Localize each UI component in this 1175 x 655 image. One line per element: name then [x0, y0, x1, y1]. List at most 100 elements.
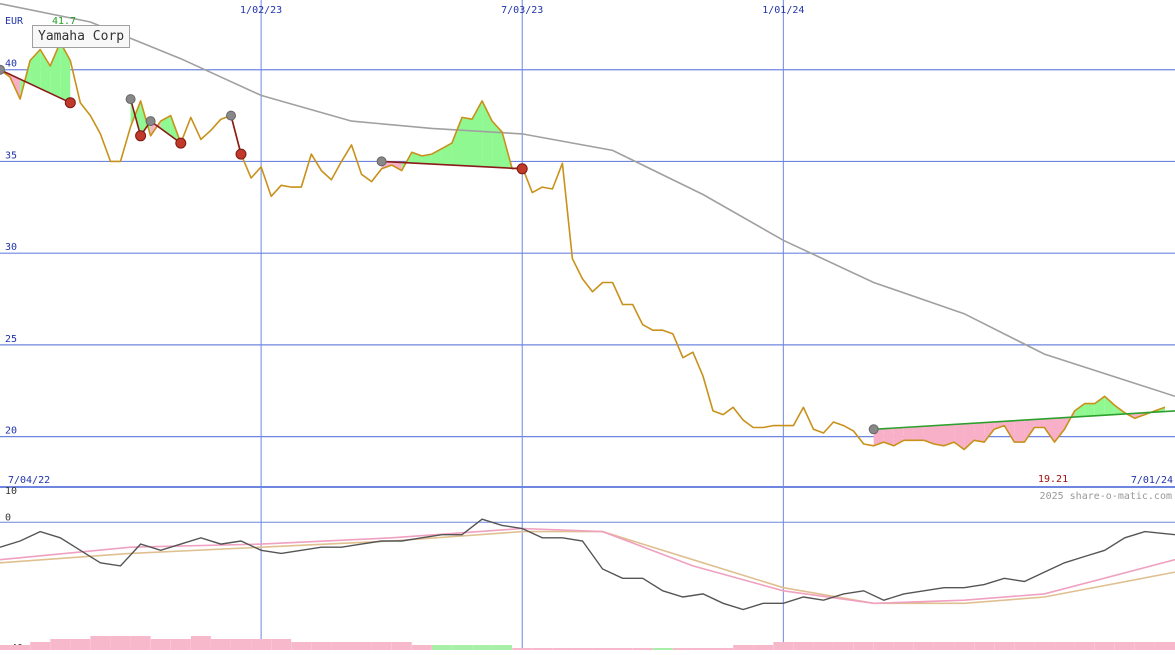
volume-bar-54 [1074, 642, 1095, 650]
trend-line-layer [0, 68, 1175, 431]
high-marker-10 [868, 424, 879, 435]
volume-bar-45 [893, 642, 914, 650]
volume-bar-13 [251, 639, 272, 650]
x-tick-label-2: 7/03/23 [501, 5, 543, 16]
loss-fill-4-0-4 [913, 426, 924, 441]
volume-bar-14 [271, 639, 292, 650]
volume-bar-3 [50, 639, 71, 650]
oscillator-panel [0, 518, 1175, 650]
volume-bar-58 [1155, 642, 1175, 650]
volume-bar-11 [210, 639, 231, 650]
high-marker-6 [226, 110, 236, 121]
x-tick-label-4: 7/01/24 [1131, 475, 1173, 486]
volume-bar-40 [793, 642, 814, 650]
moving-average-layer [0, 2, 1175, 398]
volume-bar-37 [733, 645, 754, 650]
volume-bar-50 [994, 642, 1015, 650]
y-tick-label-20: 20 [5, 426, 17, 437]
gain-fill-4-0-23 [1104, 396, 1115, 416]
gain-fill-3-0-8 [462, 117, 472, 167]
low-marker-7 [235, 148, 247, 160]
moving-average-line [0, 2, 1175, 398]
y-tick-label-30: 30 [5, 242, 17, 253]
loss-fill-4-0-10 [974, 422, 985, 443]
high-marker-2 [125, 94, 136, 105]
price-layer [0, 41, 1166, 451]
high-marker-8 [376, 156, 387, 167]
volume-bar-22 [431, 645, 452, 650]
x-tick-label-0: 7/04/22 [8, 475, 50, 486]
trend-line-2 [230, 115, 242, 155]
volume-bar-10 [190, 636, 211, 650]
high-marker-0 [0, 64, 5, 75]
volume-bar-39 [773, 642, 794, 650]
volume-bar-18 [351, 642, 372, 650]
low-marker-3 [135, 130, 147, 142]
last-value-label: 19.21 [1038, 474, 1068, 485]
watermark: 2025 share-o-matic.com [1040, 491, 1172, 502]
currency-label: EUR [5, 16, 24, 27]
volume-bar-43 [853, 642, 874, 650]
volume-bar-52 [1034, 642, 1055, 650]
stock-chart: 20 25 30 35 40 7/04/22 1/02/23 7/03/23 1/01/24 7/… [0, 0, 1175, 654]
volume-bar-51 [1014, 642, 1035, 650]
volume-bar-20 [391, 642, 412, 650]
volume-bar-44 [873, 642, 894, 650]
volume-bar-25 [492, 645, 513, 650]
osc-line-signal-pink [0, 527, 1175, 605]
volume-bar-8 [150, 639, 171, 650]
y-tick-label-40: 40 [5, 59, 17, 70]
volume-bar-17 [331, 642, 352, 650]
y-tick-label-25: 25 [5, 334, 17, 345]
volume-bar-57 [1134, 642, 1155, 650]
volume-bar-12 [231, 639, 251, 650]
grid-layer: 20 25 30 35 40 7/04/22 1/02/23 7/03/23 1/01/24 7/… [0, 0, 1175, 654]
osc-tick-label-1: 0 [5, 512, 11, 523]
volume-bar-38 [753, 645, 774, 650]
high-marker-4 [145, 116, 156, 127]
chart-title: Yamaha Corp [32, 25, 131, 48]
x-tick-label-1: 1/02/23 [240, 5, 282, 16]
volume-bar-1 [10, 645, 31, 650]
gain-fill-3-0-7 [451, 117, 462, 166]
volume-bar-6 [110, 636, 131, 650]
volume-bar-48 [954, 642, 975, 650]
gain-fill-0-0-4 [40, 49, 51, 94]
volume-bar-2 [30, 642, 51, 650]
volume-bar-4 [70, 639, 91, 650]
y-tick-label-35: 35 [5, 150, 17, 161]
volume-bar-46 [913, 642, 934, 650]
volume-bar-9 [170, 639, 191, 650]
osc-line-oscillator [0, 518, 1175, 611]
low-marker-1 [64, 97, 76, 109]
volume-bar-16 [311, 642, 332, 650]
volume-bar-19 [371, 642, 392, 650]
volume-bar-21 [411, 645, 432, 650]
gain-fill-0-0-5 [50, 42, 61, 98]
gain-loss-fill-layer [0, 42, 1165, 450]
volume-bar-5 [90, 636, 111, 650]
volume-bar-41 [813, 642, 834, 650]
volume-bar-47 [934, 642, 954, 650]
volume-bar-49 [974, 642, 995, 650]
low-marker-9 [516, 163, 528, 175]
volume-bar-24 [472, 645, 493, 650]
volume-bar-23 [452, 645, 472, 650]
osc-tick-label-0: 10 [5, 486, 17, 497]
volume-bar-0 [0, 645, 10, 650]
loss-fill-4-0-18 [1054, 417, 1065, 443]
loss-fill-4-0-14 [1014, 420, 1025, 443]
price-line [0, 41, 1166, 451]
volume-bar-53 [1054, 642, 1075, 650]
chart-canvas: 20 25 30 35 40 7/04/22 1/02/23 7/03/23 1/01/24 7/… [0, 0, 1175, 654]
gain-fill-4-0-21 [1084, 403, 1095, 417]
volume-bar-15 [291, 642, 312, 650]
volume-bar-7 [130, 636, 151, 650]
volume-bar-55 [1094, 642, 1115, 650]
gain-fill-3-0-11 [492, 121, 503, 168]
loss-fill-4-0-3 [903, 426, 914, 441]
x-tick-label-3: 1/01/24 [762, 5, 804, 16]
volume-bar-42 [833, 642, 854, 650]
osc-line-signal-tan [0, 530, 1175, 605]
loss-fill-4-0-6 [934, 425, 944, 446]
